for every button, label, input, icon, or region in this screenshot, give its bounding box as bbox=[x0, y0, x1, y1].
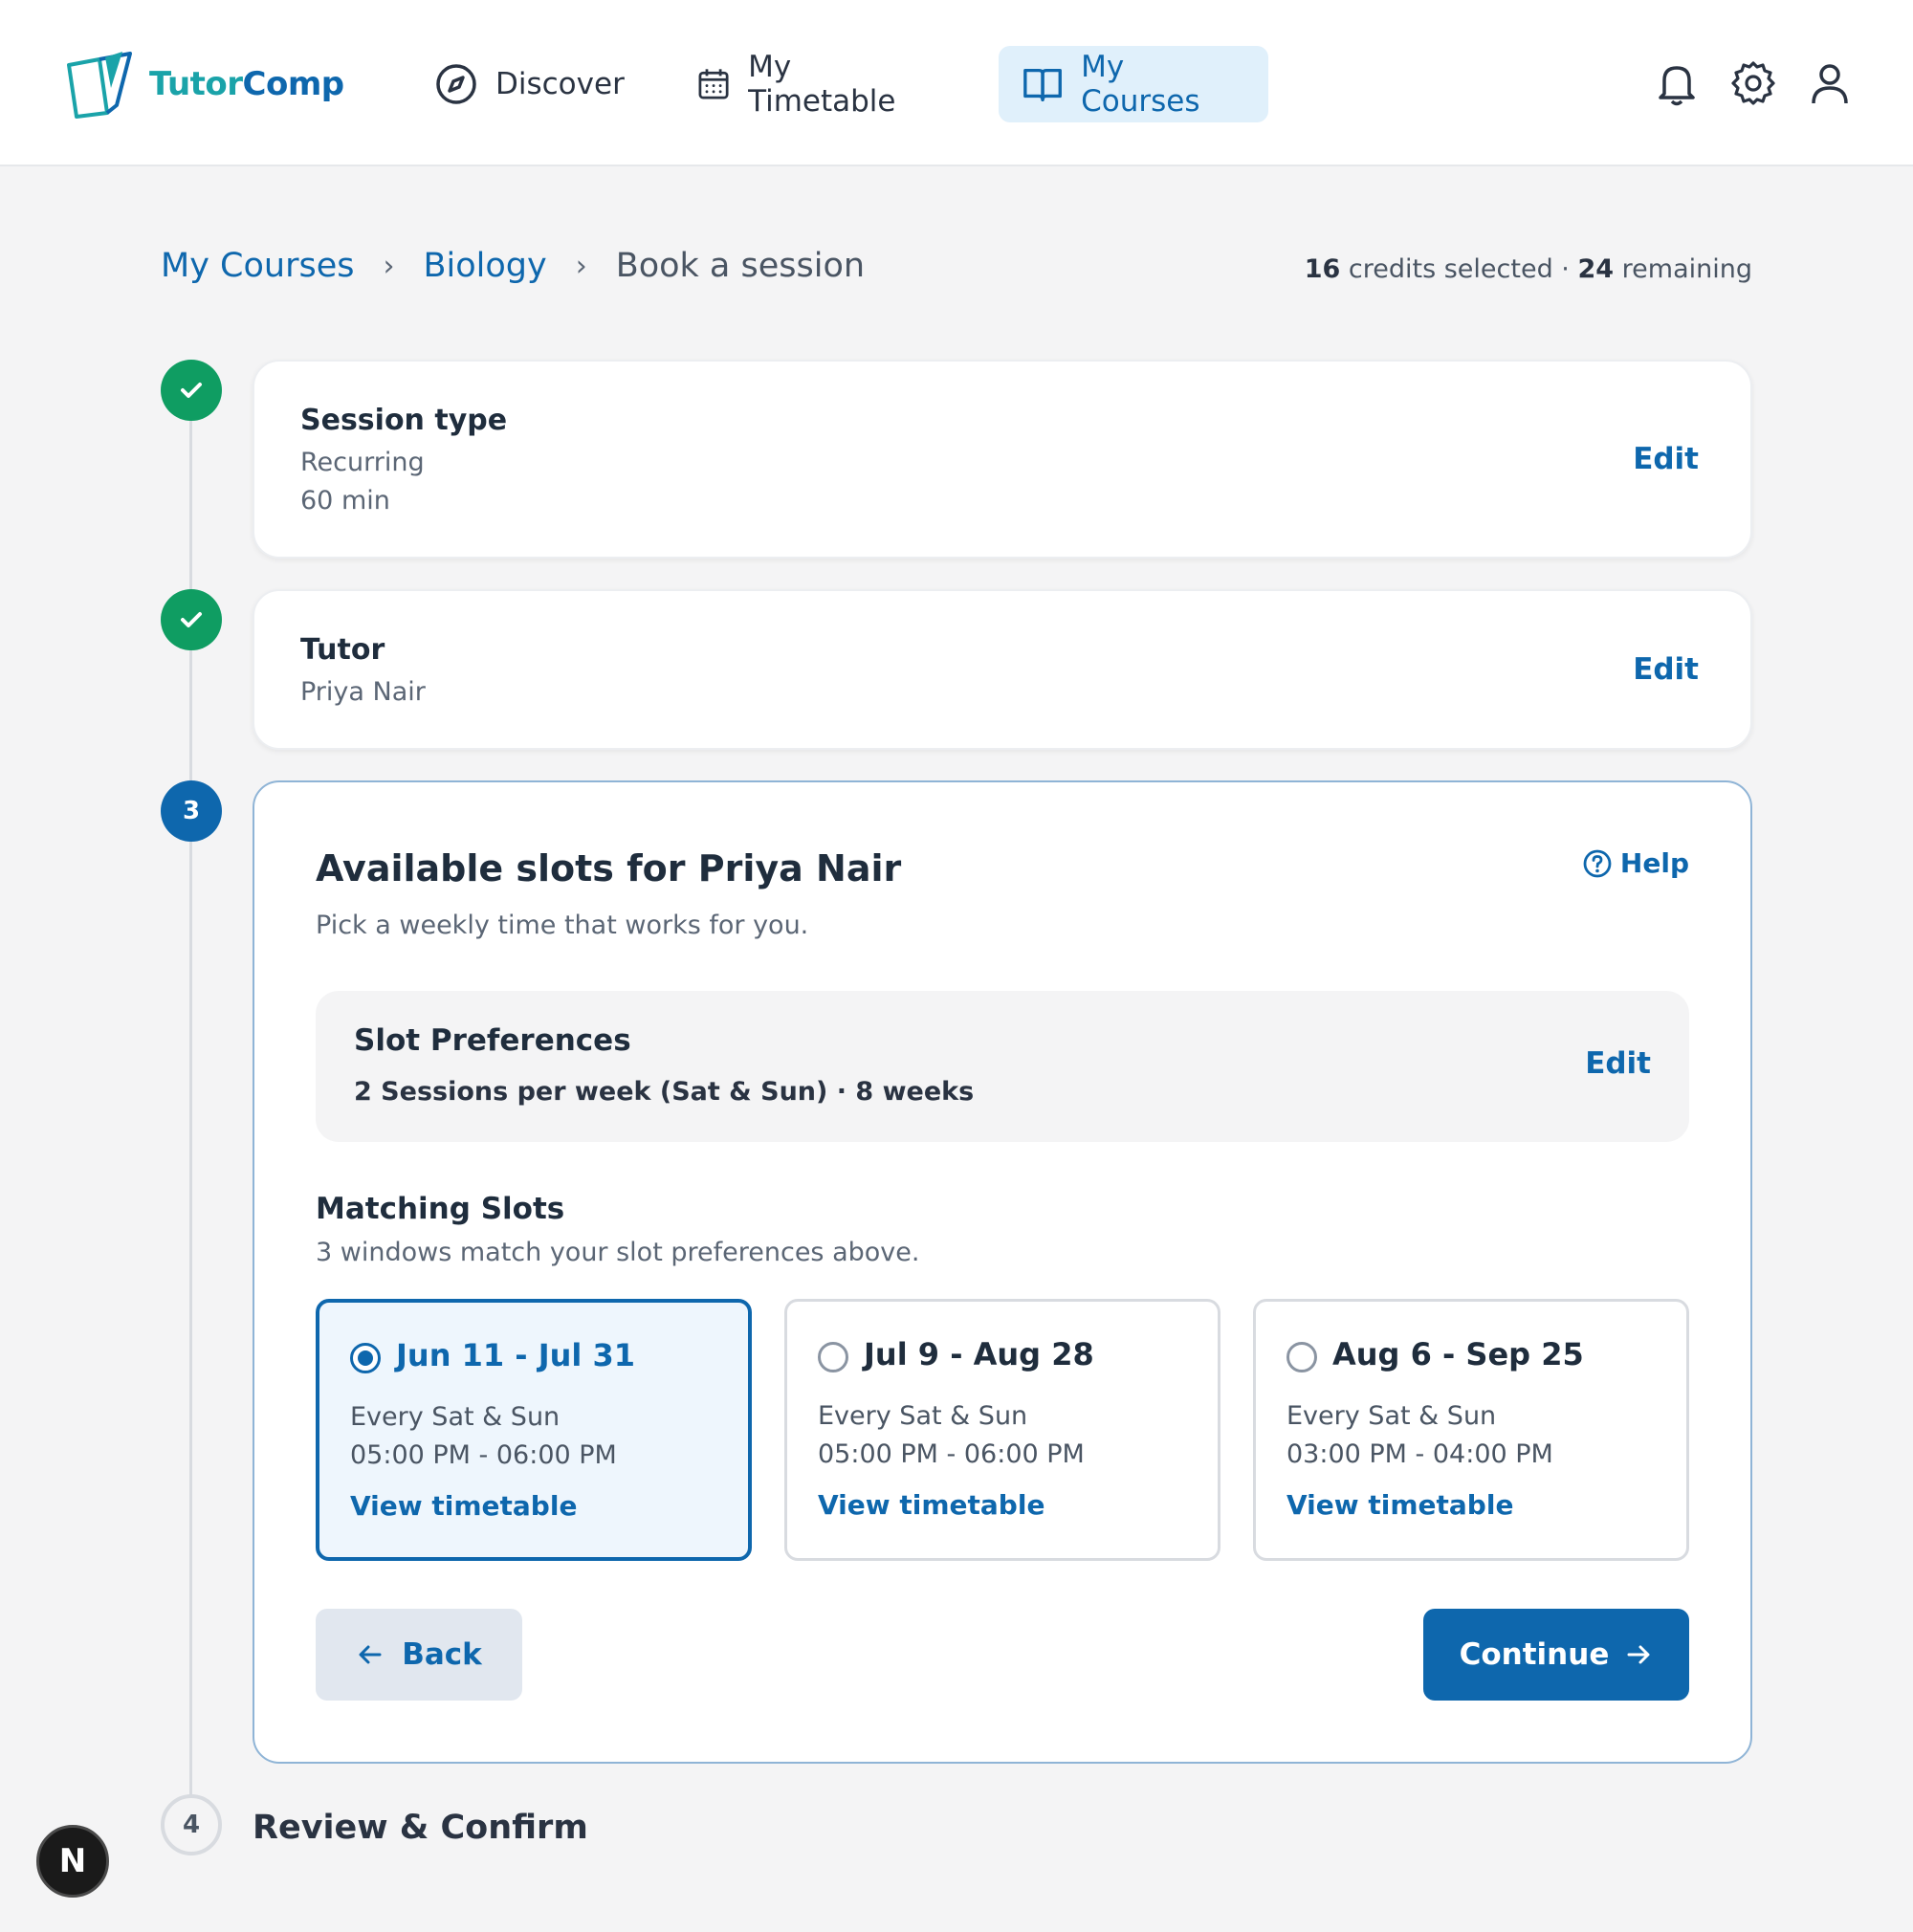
breadcrumb-current: Book a session bbox=[615, 247, 866, 285]
slot-radio[interactable] bbox=[818, 1342, 848, 1372]
dev-tools-badge[interactable]: N bbox=[36, 1825, 109, 1898]
edit-slot-preferences-button[interactable]: Edit bbox=[1585, 1046, 1651, 1081]
check-icon bbox=[181, 383, 202, 398]
edit-session-type-button[interactable]: Edit bbox=[1633, 442, 1699, 476]
credits-remaining-count: 24 bbox=[1577, 254, 1615, 284]
view-timetable-link[interactable]: View timetable bbox=[1286, 1489, 1513, 1521]
slot-option[interactable]: Jun 11 - Jul 31 Every Sat & Sun 05:00 PM… bbox=[316, 1299, 752, 1561]
arrow-right-icon bbox=[1627, 1645, 1650, 1664]
nav-label-discover: Discover bbox=[495, 67, 625, 101]
session-type-title: Session type bbox=[300, 404, 508, 437]
step-session-type-card: Session type Recurring 60 min Edit bbox=[253, 360, 1752, 559]
slot-days: Every Sat & Sun bbox=[1286, 1401, 1497, 1431]
step-2-complete-indicator bbox=[161, 589, 222, 650]
slot-preferences-value: 2 Sessions per week (Sat & Sun) · 8 week… bbox=[354, 1077, 975, 1107]
slot-date-range: Jun 11 - Jul 31 bbox=[396, 1337, 636, 1373]
user-icon[interactable] bbox=[1806, 59, 1854, 107]
book-icon bbox=[1023, 68, 1062, 101]
credits-dot: · bbox=[1561, 254, 1570, 284]
slot-preferences-panel: Slot Preferences 2 Sessions per week (Sa… bbox=[316, 991, 1689, 1142]
step-review-confirm-label: Review & Confirm bbox=[253, 1809, 588, 1847]
breadcrumb-biology[interactable]: Biology bbox=[423, 247, 546, 285]
step-tutor-card: Tutor Priya Nair Edit bbox=[253, 589, 1752, 750]
breadcrumb-my-courses[interactable]: My Courses bbox=[161, 247, 354, 285]
credits-summary: 16 credits selected · 24 remaining bbox=[1305, 254, 1752, 284]
slot-option[interactable]: Aug 6 - Sep 25 Every Sat & Sun 03:00 PM … bbox=[1253, 1299, 1689, 1561]
edit-tutor-button[interactable]: Edit bbox=[1633, 652, 1699, 687]
slot-time: 05:00 PM - 06:00 PM bbox=[818, 1439, 1085, 1469]
available-slots-title: Available slots for Priya Nair bbox=[316, 847, 902, 889]
logo-text: TutorComp bbox=[149, 65, 344, 103]
slot-days: Every Sat & Sun bbox=[818, 1401, 1028, 1431]
matching-slots-title: Matching Slots bbox=[316, 1192, 565, 1226]
slot-date-range: Jul 9 - Aug 28 bbox=[864, 1336, 1094, 1372]
tutor-name: Priya Nair bbox=[300, 677, 426, 707]
step-1-complete-indicator bbox=[161, 360, 222, 421]
nav-item-my-timetable[interactable]: My Timetable bbox=[673, 46, 928, 122]
arrow-left-icon bbox=[359, 1645, 382, 1664]
nav-item-discover[interactable]: Discover bbox=[411, 46, 648, 122]
top-navigation-bar: TutorComp Discover My Timetable My Cours… bbox=[0, 0, 1913, 166]
bell-icon[interactable] bbox=[1653, 59, 1701, 107]
credits-selected-count: 16 bbox=[1304, 254, 1341, 284]
logo-text-part1: Tutor bbox=[149, 65, 243, 103]
session-type-duration: 60 min bbox=[300, 486, 390, 516]
available-slots-subtitle: Pick a weekly time that works for you. bbox=[316, 911, 809, 940]
slot-radio[interactable] bbox=[1286, 1342, 1317, 1372]
slot-preferences-title: Slot Preferences bbox=[354, 1023, 631, 1058]
breadcrumb-separator: › bbox=[383, 249, 395, 283]
credits-remaining-label: remaining bbox=[1621, 254, 1752, 284]
compass-icon bbox=[436, 64, 476, 104]
view-timetable-link[interactable]: View timetable bbox=[350, 1490, 577, 1522]
step-available-slots-card: Available slots for Priya Nair Pick a we… bbox=[253, 780, 1752, 1764]
step-4-indicator: 4 bbox=[161, 1794, 222, 1855]
question-circle-icon bbox=[1583, 849, 1612, 877]
slot-time: 05:00 PM - 06:00 PM bbox=[350, 1440, 617, 1470]
help-label: Help bbox=[1619, 847, 1689, 879]
slot-radio-selected[interactable] bbox=[350, 1343, 381, 1373]
tutor-title: Tutor bbox=[300, 633, 385, 667]
view-timetable-link[interactable]: View timetable bbox=[818, 1489, 1044, 1521]
continue-button[interactable]: Continue bbox=[1423, 1609, 1689, 1701]
help-link[interactable]: Help bbox=[1582, 847, 1689, 879]
slot-option[interactable]: Jul 9 - Aug 28 Every Sat & Sun 05:00 PM … bbox=[784, 1299, 1220, 1561]
slot-time: 03:00 PM - 04:00 PM bbox=[1286, 1439, 1553, 1469]
back-button-label: Back bbox=[402, 1637, 482, 1672]
step-3-current-indicator: 3 bbox=[161, 780, 222, 842]
nav-label-my-courses: My Courses bbox=[1081, 50, 1200, 119]
tutorcomp-logo[interactable]: TutorComp bbox=[63, 50, 344, 119]
gear-icon[interactable] bbox=[1729, 59, 1777, 107]
session-type-recurrence: Recurring bbox=[300, 448, 425, 477]
nav-label-my-timetable: My Timetable bbox=[748, 50, 896, 119]
matching-slots-subtitle: 3 windows match your slot preferences ab… bbox=[316, 1238, 920, 1267]
continue-button-label: Continue bbox=[1459, 1637, 1610, 1672]
logo-book-icon bbox=[67, 52, 132, 119]
nav-item-my-courses[interactable]: My Courses bbox=[999, 46, 1268, 122]
slot-date-range: Aug 6 - Sep 25 bbox=[1332, 1336, 1584, 1372]
breadcrumb: My Courses › Biology › Book a session bbox=[161, 247, 865, 285]
back-button[interactable]: Back bbox=[316, 1609, 522, 1701]
breadcrumb-separator: › bbox=[575, 249, 587, 283]
credits-selected-label: credits selected bbox=[1348, 254, 1553, 284]
calendar-icon bbox=[698, 69, 729, 99]
slot-days: Every Sat & Sun bbox=[350, 1402, 561, 1432]
logo-text-part2: Comp bbox=[242, 65, 345, 103]
check-icon bbox=[181, 612, 202, 627]
